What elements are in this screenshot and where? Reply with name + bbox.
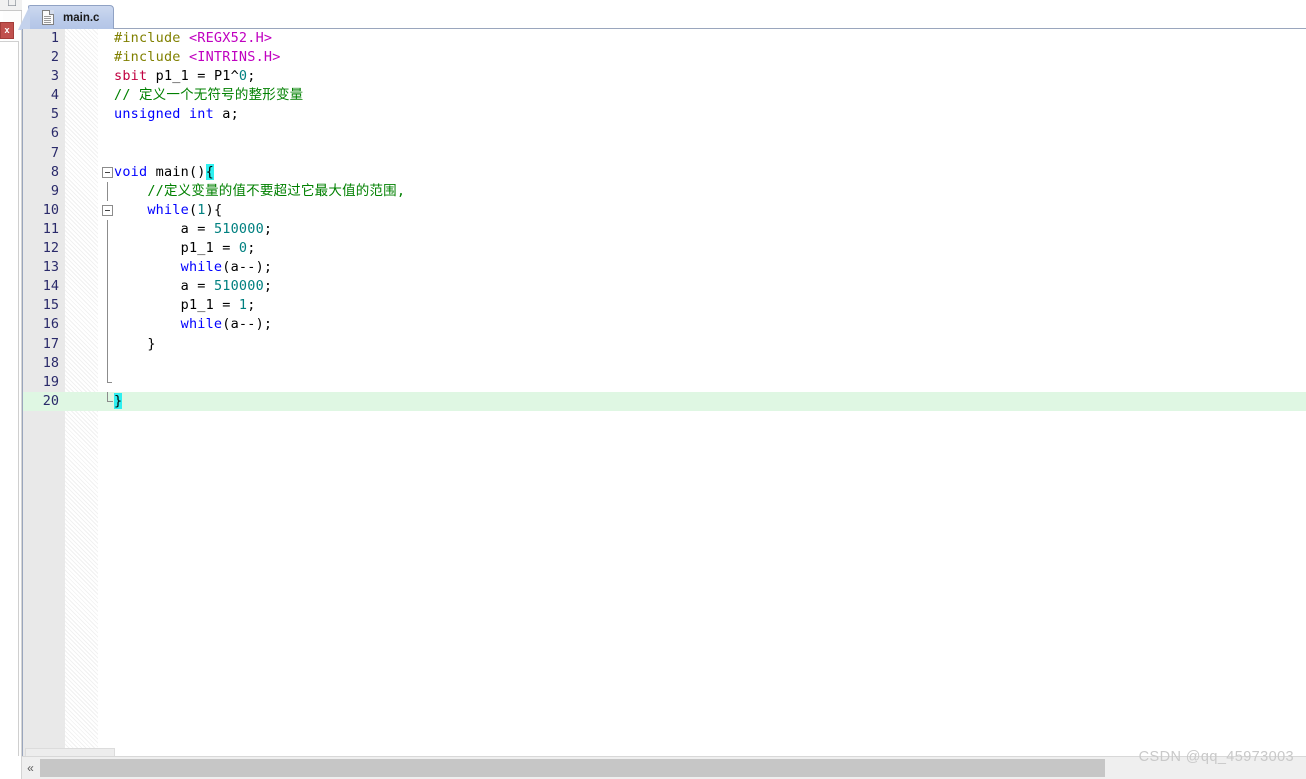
scrollbar-thumb[interactable] [40,759,1105,777]
fold-collapse-icon[interactable] [102,166,113,178]
code-line[interactable]: 10 while(1){ [23,201,1306,220]
code-text: a = 510000; [180,278,273,295]
code-text: p1_1 = 1; [180,297,256,314]
fold-guide-line [107,391,108,401]
tab-label: main.c [63,11,100,24]
code-text: void main(){ [114,163,214,180]
code-line[interactable]: 13 while(a--); [23,258,1306,278]
code-text: } [147,335,156,352]
scroll-left-icon[interactable]: « [22,757,39,779]
line-number: 4 [50,87,59,104]
code-area[interactable]: 1 #include <REGX52.H> 2 #include <INTRINS.H… [22,29,1306,756]
code-line[interactable]: 15 p1_1 = 1; [23,296,1306,316]
code-line[interactable]: 2 #include <INTRINS.H> [23,48,1306,67]
fold-guide-line [107,181,108,201]
line-number: 3 [50,68,59,85]
code-text: // 定义一个无符号的整形变量 [114,87,304,104]
fold-guide-line [107,219,108,240]
fold-guide-end [107,400,113,402]
code-text: while(a--); [180,316,273,333]
line-number: 17 [42,335,59,352]
project-panel-body [0,41,19,756]
tab-main-c[interactable]: main.c [17,5,115,30]
line-number: 13 [42,259,59,276]
panel-bottom-stub [0,756,22,779]
project-panel: x [0,11,22,756]
code-line[interactable]: 9 //定义变量的值不要超过它最大值的范围, [23,181,1306,201]
code-line[interactable]: 3 sbit p1_1 = P1^0; [23,67,1306,86]
code-text: } [114,392,123,409]
line-number: 9 [50,182,59,199]
fold-guide-line [107,239,108,259]
close-icon[interactable]: x [0,22,14,39]
line-number: 1 [50,30,59,46]
code-text: sbit p1_1 = P1^0; [114,68,256,85]
line-number: 18 [42,354,59,371]
fold-guide-line [107,334,108,354]
code-text: //定义变量的值不要超过它最大值的范围, [147,182,406,199]
code-line[interactable]: 16 while(a--); [23,315,1306,335]
fold-guide-line [107,315,108,335]
fold-guide-line [107,353,108,373]
code-line[interactable]: 20} [23,391,1306,411]
code-text: a = 510000; [180,220,273,237]
code-line[interactable]: 5 unsigned int a; [23,105,1306,124]
code-line[interactable]: 4 // 定义一个无符号的整形变量 [23,86,1306,105]
editor-frame: main.c 1 #include <REGX52.H> 2 #include <IN… [17,0,1306,756]
line-number: 15 [42,297,59,314]
line-number: 8 [50,163,59,180]
document-icon-lines [44,16,51,23]
line-number: 16 [42,316,59,333]
code-text: unsigned int a; [114,106,239,123]
fold-guide-line [107,296,108,316]
line-number: 19 [42,373,59,390]
code-line[interactable]: 11 a = 510000; [23,219,1306,240]
tab-bar: main.c [17,0,1306,30]
code-text: #include <REGX52.H> [114,30,273,46]
line-number: 2 [50,49,59,66]
code-text: p1_1 = 0; [180,240,256,257]
code-line[interactable]: 6 [23,124,1306,143]
code-text: while(a--); [180,259,273,276]
line-number: 14 [42,278,59,295]
line-number: 5 [50,106,59,123]
fold-collapse-icon[interactable] [102,204,113,216]
fold-guide-line [107,277,108,297]
code-line[interactable]: 18 [23,353,1306,373]
ide-window: ☐ ▼ ▲ x main.c 1#include <REGX52.H>2#inc… [0,0,1306,779]
code-lines: 1 #include <REGX52.H> 2 #include <INTRINS.H… [23,29,1306,411]
code-line[interactable]: 17 } [23,334,1306,354]
line-number: 7 [50,144,59,161]
fold-guide-line [107,258,108,278]
line-number: 20 [42,392,59,409]
code-text: #include <INTRINS.H> [114,49,281,66]
code-line[interactable]: 1 #include <REGX52.H> [23,29,1306,48]
line-number: 10 [42,201,59,218]
code-text: while(1){ [147,201,223,218]
code-line[interactable]: 8 void main(){ [23,163,1306,182]
line-number: 12 [42,240,59,257]
line-number: 6 [50,125,59,142]
watermark: CSDN @qq_45973003 [1138,749,1294,765]
fold-guide-tick [107,381,112,383]
line-number: 11 [42,220,59,237]
code-line[interactable]: 14 a = 510000; [23,277,1306,297]
code-line[interactable]: 7 [23,144,1306,163]
code-line[interactable]: 12 p1_1 = 0; [23,239,1306,259]
horizontal-scrollbar[interactable]: « [22,756,1306,779]
code-line[interactable]: 19 [23,372,1306,392]
